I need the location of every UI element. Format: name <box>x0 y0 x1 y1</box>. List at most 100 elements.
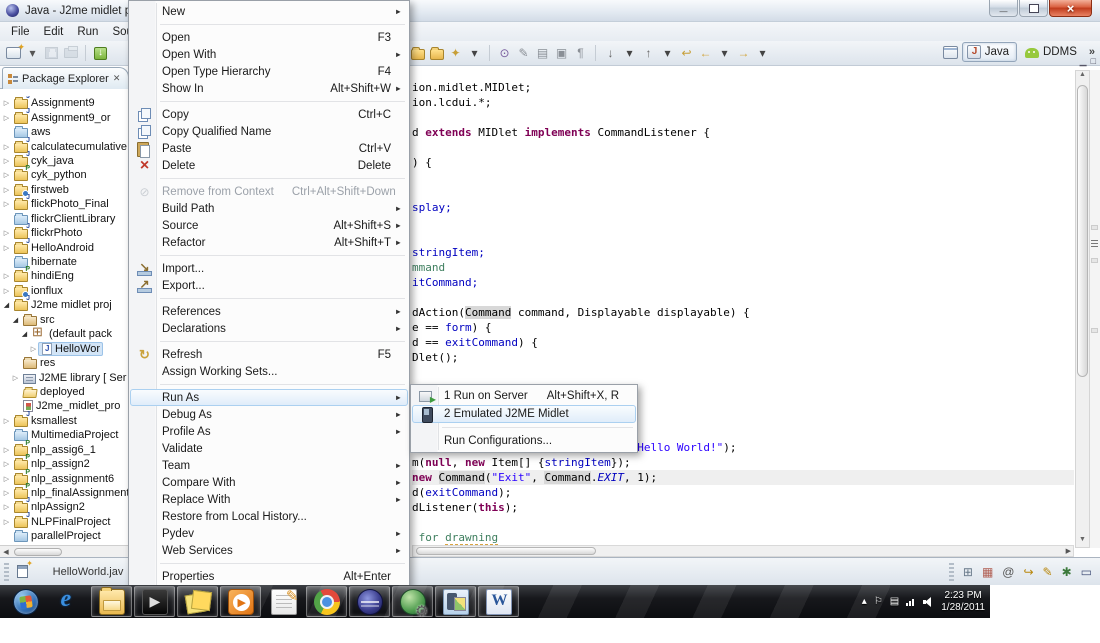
show-hidden-icons[interactable]: ▴ <box>862 597 867 607</box>
menu-edit[interactable]: Edit <box>37 25 71 39</box>
context-menu-item-team[interactable]: Team► <box>130 457 408 474</box>
scroll-down-icon[interactable]: ▼ <box>1076 536 1089 547</box>
action-center-icon[interactable]: ▤ <box>890 597 899 607</box>
show-selected-element-button[interactable]: ▣ <box>552 43 571 63</box>
context-menu-item-compare-with[interactable]: Compare With► <box>130 474 408 491</box>
flag-icon[interactable]: ⚐ <box>874 597 883 607</box>
tree-item-default-pack[interactable]: ◢(default pack <box>0 327 129 341</box>
explorer-horizontal-scrollbar[interactable]: ◀ <box>0 545 129 557</box>
tree-item-cyk-java[interactable]: ▷cyk_java <box>0 154 129 168</box>
expand-arrow-icon[interactable]: ▷ <box>2 200 11 208</box>
tree-item-j2me-midlet-pro[interactable]: J2me_midlet_pro <box>0 399 129 413</box>
back-button[interactable]: ← <box>696 43 715 63</box>
tree-item-ksmallest[interactable]: ▷ksmallest <box>0 414 129 428</box>
close-button[interactable] <box>1049 0 1092 17</box>
context-menu-item-open-with[interactable]: Open With► <box>130 46 408 63</box>
taskbar-text-editor[interactable] <box>263 586 304 617</box>
context-menu-item-open[interactable]: OpenF3 <box>130 29 408 46</box>
expand-arrow-icon[interactable]: ▷ <box>2 157 11 165</box>
perspective-ddms[interactable]: DDMS <box>1020 43 1085 61</box>
tree-item-res[interactable]: res <box>0 356 129 370</box>
context-menu-item-copy-qualified-name[interactable]: Copy Qualified Name <box>130 123 408 140</box>
context-menu-item-validate[interactable]: Validate <box>130 440 408 457</box>
expand-arrow-icon[interactable]: ▷ <box>2 287 11 295</box>
expand-arrow-icon[interactable]: ▷ <box>2 143 11 151</box>
expand-arrow-icon[interactable]: ▷ <box>2 489 11 497</box>
tree-item-nlpassign2[interactable]: ▷nlpAssign2 <box>0 500 129 514</box>
tree-item-flickphoto-final[interactable]: ▷flickPhoto_Final <box>0 197 129 211</box>
editor-maximize-icon[interactable] <box>1091 56 1096 67</box>
previous-annotation-button[interactable]: ↑ <box>639 43 658 63</box>
pencil-icon[interactable]: ✎ <box>1043 566 1053 578</box>
search-button[interactable]: ⊙ <box>495 43 514 63</box>
run-as-item-run-configurations[interactable]: Run Configurations... <box>412 432 636 450</box>
context-menu-item-remove-from-context[interactable]: Remove from ContextCtrl+Alt+Shift+Down <box>130 183 408 200</box>
scroll-up-icon[interactable]: ▲ <box>1076 71 1089 82</box>
external-tools-dropdown[interactable]: ▾ <box>465 43 484 63</box>
mark-occurrences-button[interactable]: ✎ <box>514 43 533 63</box>
context-menu-item-build-path[interactable]: Build Path► <box>130 200 408 217</box>
at-sign-icon[interactable]: @ <box>1002 566 1014 578</box>
tree-item-ionflux[interactable]: ▷ionflux <box>0 284 129 298</box>
show-whitespace-button[interactable]: ¶ <box>571 43 590 63</box>
expand-arrow-icon[interactable]: ◢ <box>11 316 20 324</box>
forward-dropdown[interactable]: ▾ <box>753 43 772 63</box>
tree-item-helloandroid[interactable]: ▷HelloAndroid <box>0 240 129 254</box>
tree-item-nlp-assignment6[interactable]: ▷nlp_assignment6 <box>0 471 129 485</box>
restore-button[interactable] <box>1019 0 1048 17</box>
context-menu-item-new[interactable]: New► <box>130 3 408 20</box>
tree-item-assignment9-or[interactable]: ▷Assignment9_or <box>0 110 129 124</box>
scroll-right-icon[interactable]: ▶ <box>1066 547 1071 555</box>
expand-arrow-icon[interactable]: ▷ <box>2 518 11 526</box>
tree-item-nlp-assig6-1[interactable]: ▷nlp_assig6_1 <box>0 443 129 457</box>
context-menu-item-paste[interactable]: PasteCtrl+V <box>130 140 408 157</box>
expand-arrow-icon[interactable]: ◢ <box>2 301 11 309</box>
overview-ruler[interactable] <box>1090 70 1100 548</box>
expand-arrow-icon[interactable]: ▷ <box>2 171 11 179</box>
android-sdk-manager-button[interactable] <box>91 43 110 63</box>
format-button[interactable]: ▤ <box>533 43 552 63</box>
taskbar-sticky-notes[interactable] <box>177 586 218 617</box>
annotation-mark[interactable] <box>1091 328 1098 333</box>
tree-item-hindieng[interactable]: ▷hindiEng <box>0 269 129 283</box>
open-perspective-icon[interactable] <box>943 46 958 59</box>
taskbar-eclipse[interactable] <box>349 586 390 617</box>
expand-arrow-icon[interactable]: ◢ <box>20 330 29 338</box>
expand-arrow-icon[interactable]: ▷ <box>2 99 11 107</box>
tree-item-nlp-assign2[interactable]: ▷nlp_assign2 <box>0 457 129 471</box>
console-icon[interactable]: ▭ <box>1081 566 1092 578</box>
volume-icon[interactable] <box>923 597 935 607</box>
last-edit-location-button[interactable]: ↩ <box>677 43 696 63</box>
expand-arrow-icon[interactable]: ▷ <box>2 417 11 425</box>
menu-file[interactable]: File <box>4 25 37 39</box>
expand-arrow-icon[interactable]: ▷ <box>2 446 11 454</box>
tree-item-nlp-finalassignment[interactable]: ▷nlp_finalAssignment <box>0 486 129 500</box>
expand-arrow-icon[interactable]: ▷ <box>2 460 11 468</box>
tree-item-hellowor[interactable]: ▷HelloWor <box>0 341 129 355</box>
context-menu-item-profile-as[interactable]: Profile As► <box>130 423 408 440</box>
context-menu-item-show-in[interactable]: Show InAlt+Shift+W► <box>130 80 408 97</box>
code-area[interactable]: ion.midlet.MIDlet;ion.lcdui.*;d extends … <box>412 80 1074 550</box>
context-menu-item-references[interactable]: References► <box>130 303 408 320</box>
forward-button[interactable]: → <box>734 43 753 63</box>
context-menu-item-replace-with[interactable]: Replace With► <box>130 491 408 508</box>
annotation-mark[interactable] <box>1091 225 1098 230</box>
perspective-java[interactable]: Java <box>962 42 1017 62</box>
tree-item-assignment9[interactable]: ▷Assignment9 <box>0 96 129 110</box>
picture-icon[interactable]: ▦ <box>982 566 993 578</box>
tree-item-hibernate[interactable]: hibernate <box>0 255 129 269</box>
tree-item-deployed[interactable]: deployed <box>0 385 129 399</box>
taskbar-word[interactable] <box>478 586 519 617</box>
context-menu-item-refactor[interactable]: RefactorAlt+Shift+T► <box>130 234 408 251</box>
occurrence-mark[interactable] <box>1091 240 1098 247</box>
save-button[interactable] <box>42 43 61 63</box>
context-menu-item-source[interactable]: SourceAlt+Shift+S► <box>130 217 408 234</box>
context-menu-item-import[interactable]: Import... <box>130 260 408 277</box>
tree-item-parallelproject[interactable]: parallelProject <box>0 529 129 543</box>
context-menu-item-copy[interactable]: CopyCtrl+C <box>130 106 408 123</box>
new-wizard-button[interactable] <box>4 43 23 63</box>
new-wizard-dropdown[interactable]: ▾ <box>23 43 42 63</box>
tree-item-j2me-midlet-proj[interactable]: ◢J2me midlet proj <box>0 298 129 312</box>
explorer-scroll-thumb[interactable] <box>14 548 62 556</box>
context-menu-item-open-type-hierarchy[interactable]: Open Type HierarchyF4 <box>130 63 408 80</box>
